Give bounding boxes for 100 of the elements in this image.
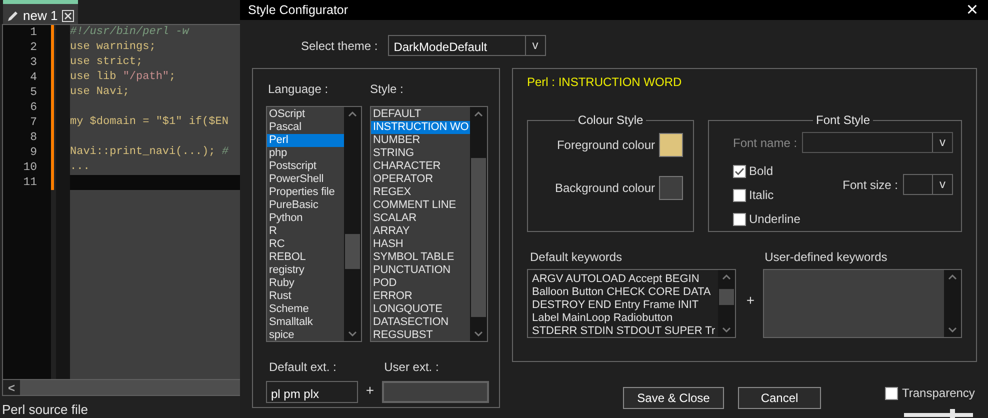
list-item[interactable]: RC: [267, 238, 344, 251]
code-line: use lib "/path";: [70, 70, 177, 85]
default-ext-field[interactable]: pl pm plx: [266, 381, 358, 403]
list-item[interactable]: ERROR: [371, 290, 470, 303]
theme-label: Select theme :: [301, 38, 378, 54]
list-item[interactable]: R: [267, 225, 344, 238]
list-item[interactable]: PUNCTUATION: [371, 264, 470, 277]
list-item[interactable]: Python: [267, 212, 344, 225]
window-title: Style Configurator: [248, 2, 348, 19]
close-button[interactable]: ×: [966, 0, 980, 20]
checkbox-label: Bold: [749, 163, 774, 180]
scrollbar[interactable]: [470, 107, 487, 341]
language-list[interactable]: OScript Pascal Perl php Postscript PowerShell Properties file PureBasic Python R RC REBOL registry Ruby Rust Scheme Smalltalk spice: [266, 106, 362, 342]
keyword-line: DESTROY END Entry Frame INIT: [532, 299, 700, 312]
list-item[interactable]: PowerShell: [267, 173, 344, 186]
style-list[interactable]: DEFAULT INSTRUCTION WO NUMBER STRING CHARACTER OPERATOR REGEX COMMENT LINE SCALAR ARRAY HASH SYMBOL TABLE PUNCTUATION POD ERROR LONGQUOTE DATASECTION REGSUBST: [370, 106, 488, 342]
list-item[interactable]: REGEX: [371, 186, 470, 199]
checkbox[interactable]: [733, 164, 746, 178]
checkbox-label: Underline: [749, 211, 800, 228]
list-item[interactable]: ARRAY: [371, 225, 470, 238]
list-item[interactable]: COMMENT LINE: [371, 199, 470, 212]
list-item[interactable]: registry: [267, 264, 344, 277]
checkbox[interactable]: [885, 386, 898, 400]
keyword-line: Label MainLoop Radiobutton: [532, 312, 674, 325]
list-item[interactable]: CHARACTER: [371, 160, 470, 173]
colour-swatch[interactable]: [659, 176, 683, 200]
checkbox-label: Italic: [749, 187, 774, 204]
chevron-down-icon[interactable]: [722, 327, 732, 333]
list-item[interactable]: Ruby: [267, 277, 344, 290]
slider-thumb[interactable]: [950, 409, 956, 418]
list-item[interactable]: php: [267, 147, 344, 160]
keyword-line: STDERR STDIN STDOUT SUPER Tr: [532, 325, 716, 338]
scrollbar-thumb[interactable]: [345, 234, 360, 270]
chevron-up-icon[interactable]: [348, 111, 357, 117]
list-item[interactable]: DATASECTION: [371, 316, 470, 329]
style-heading: Perl : INSTRUCTION WORD: [527, 74, 682, 91]
line-number: 6: [29, 100, 37, 115]
chevron-down-icon[interactable]: [948, 327, 957, 333]
theme-dropdown[interactable]: DarkModeDefault v: [388, 35, 546, 56]
list-item[interactable]: Perl: [267, 134, 344, 147]
list-item[interactable]: PureBasic: [267, 199, 344, 212]
list-item[interactable]: SYMBOL TABLE: [371, 251, 470, 264]
list-item[interactable]: spice: [267, 329, 344, 342]
language-label: Language :: [268, 81, 330, 98]
chevron-down-icon[interactable]: [348, 331, 357, 337]
list-item[interactable]: REBOL: [267, 251, 344, 264]
list-item[interactable]: LONGQUOTE: [371, 303, 470, 316]
list-item[interactable]: Scheme: [267, 303, 344, 316]
chevron-up-icon[interactable]: [474, 111, 483, 117]
line-number: 11: [22, 175, 37, 190]
user-ext-label: User ext. :: [384, 359, 440, 376]
checkbox[interactable]: [733, 212, 746, 226]
keyword-line: ARGV AUTOLOAD Accept BEGIN: [532, 273, 700, 286]
font-size-dropdown[interactable]: v: [903, 174, 953, 195]
background-label: Background colour: [554, 180, 655, 197]
user-ext-field[interactable]: [382, 381, 490, 403]
list-item[interactable]: DEFAULT: [371, 108, 470, 121]
list-item[interactable]: POD: [371, 277, 470, 290]
checkbox[interactable]: [733, 188, 746, 202]
scrollbar[interactable]: [344, 107, 361, 341]
list-item[interactable]: STRING: [371, 147, 470, 160]
colour-swatch[interactable]: [659, 133, 683, 157]
dialog-button[interactable]: Save & Close: [623, 387, 724, 409]
scrollbar[interactable]: [944, 270, 961, 337]
scrollbar-thumb[interactable]: [471, 158, 486, 317]
list-item[interactable]: REGSUBST: [371, 329, 470, 342]
horizontal-scrollbar[interactable]: <: [2, 380, 240, 396]
status-text: Perl source file: [1, 401, 89, 418]
scrollbar-thumb[interactable]: [719, 288, 734, 306]
list-item[interactable]: NUMBER: [371, 134, 470, 147]
code-line: my $domain = "$1" if($EN: [70, 115, 230, 130]
chevron-up-icon[interactable]: [948, 274, 957, 280]
default-keywords-box[interactable]: ARGV AUTOLOAD Accept BEGIN Balloon Button CHECK CORE DATA DESTROY END Entry Frame INIT Label MainLoop Radiobutton STDERR STDIN STDOUT SUPER Tr: [527, 269, 736, 338]
font-name-label: Font name :: [733, 134, 798, 152]
code-line: Navi::print_navi(...); #: [70, 145, 230, 160]
code-line: use Navi;: [70, 85, 130, 100]
list-item[interactable]: Rust: [267, 290, 344, 303]
scroll-left-button[interactable]: <: [3, 380, 20, 395]
list-item[interactable]: Postscript: [267, 160, 344, 173]
line-number: 5: [29, 85, 37, 100]
chevron-down-icon[interactable]: [474, 331, 483, 337]
close-icon[interactable]: [62, 10, 74, 22]
list-item[interactable]: HASH: [371, 238, 470, 251]
editor-tab[interactable]: new 1: [3, 0, 78, 24]
code-line: ...: [70, 160, 91, 175]
list-item[interactable]: Properties file: [267, 186, 344, 199]
list-item[interactable]: Smalltalk: [267, 316, 344, 329]
list-item[interactable]: OScript: [267, 108, 344, 121]
list-item[interactable]: INSTRUCTION WO: [371, 121, 470, 134]
list-item[interactable]: Pascal: [267, 121, 344, 134]
list-item[interactable]: SCALAR: [371, 212, 470, 225]
list-item[interactable]: OPERATOR: [371, 173, 470, 186]
pencil-icon: [7, 10, 19, 22]
dialog-button[interactable]: Cancel: [738, 387, 821, 409]
default-ext-label: Default ext. :: [269, 359, 338, 376]
user-keywords-box[interactable]: [762, 269, 962, 338]
chevron-up-icon[interactable]: [722, 274, 732, 280]
line-number: 1: [29, 25, 37, 40]
scrollbar[interactable]: [718, 270, 736, 337]
transparency-label: Transparency: [902, 385, 975, 402]
